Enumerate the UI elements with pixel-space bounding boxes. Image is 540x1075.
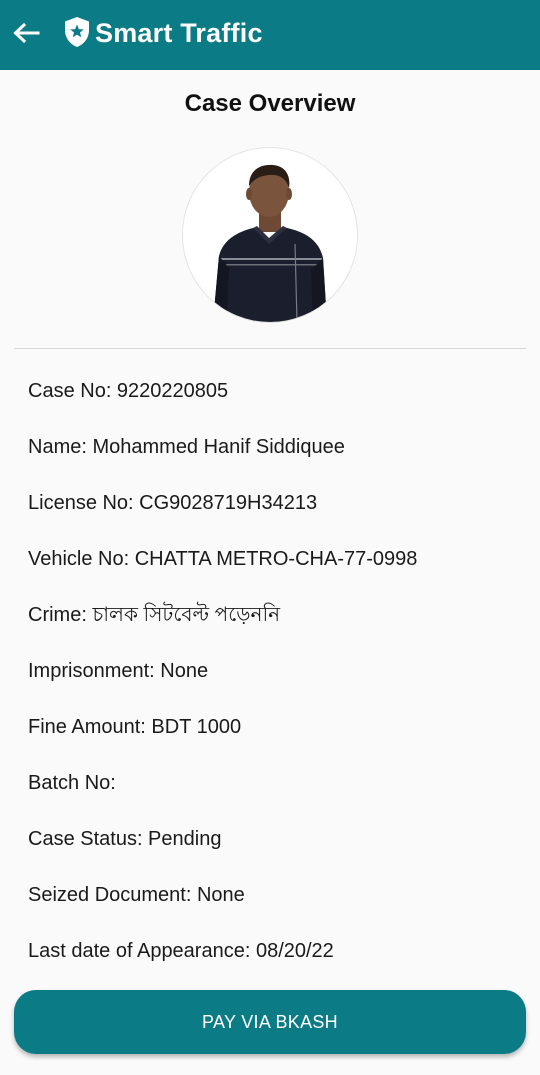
fine-amount: Fine Amount: BDT 1000	[28, 716, 242, 738]
crime: Crime: চালক সিটবেল্ট পড়েননি	[28, 604, 281, 626]
offender-name: Name: Mohammed Hanif Siddiquee	[28, 436, 345, 458]
seized-document: Seized Document: None	[28, 884, 245, 906]
divider	[14, 348, 526, 349]
app-bar: Smart Traffic	[0, 0, 540, 70]
shield-star-icon	[65, 17, 89, 47]
pay-via-bkash-button[interactable]: PAY VIA BKASH	[14, 990, 526, 1054]
back-button[interactable]	[6, 13, 46, 53]
vehicle-number: Vehicle No: CHATTA METRO-CHA-77-0998	[28, 548, 418, 570]
imprisonment: Imprisonment: None	[28, 660, 209, 682]
app-title: Smart Traffic	[95, 18, 263, 48]
case-details: Case No: 9220220805 Name: Mohammed Hanif…	[28, 370, 528, 986]
case-status: Case Status: Pending	[28, 828, 222, 850]
profile-photo	[183, 148, 357, 322]
license-number: License No: CG9028719H34213	[28, 492, 318, 514]
last-appearance-date: Last date of Appearance: 08/20/22	[28, 940, 334, 962]
arrow-left-icon	[13, 22, 40, 44]
case-number: Case No: 9220220805	[28, 380, 229, 402]
page-title: Case Overview	[184, 90, 356, 117]
batch-number: Batch No:	[28, 772, 116, 794]
